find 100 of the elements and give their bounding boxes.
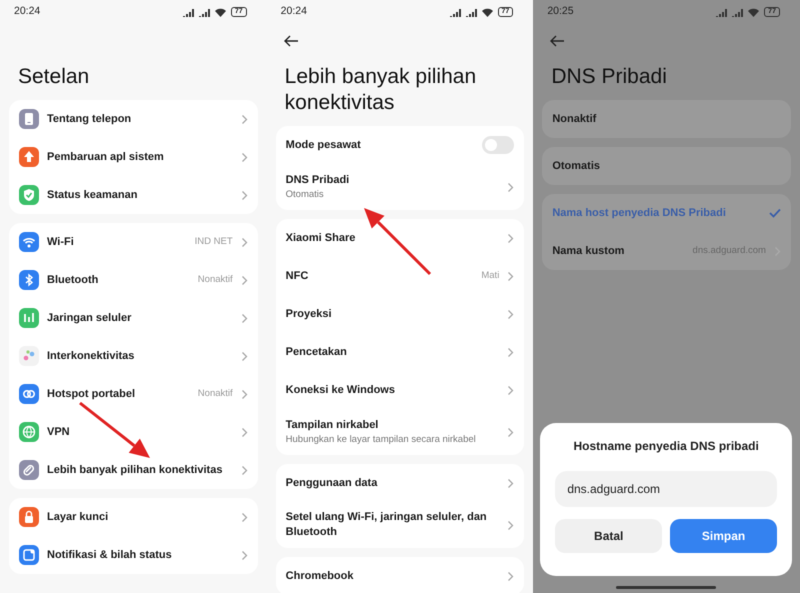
signal-icon bbox=[715, 8, 728, 16]
settings-row[interactable]: Setel ulang Wi-Fi, jaringan seluler, dan Bluetooth bbox=[276, 502, 524, 548]
page-title: Setelan bbox=[17, 64, 90, 90]
settings-row[interactable]: Pembaruan apl sistem bbox=[9, 138, 258, 176]
wifi-icon bbox=[480, 7, 494, 17]
chevron-right-icon bbox=[240, 550, 248, 560]
setting-label: Lebih banyak pilihan konektivitas bbox=[47, 462, 224, 478]
toggle-switch[interactable] bbox=[482, 136, 514, 154]
setting-value: Nonaktif bbox=[198, 386, 233, 401]
signal-icon bbox=[464, 8, 477, 16]
setting-label: Interkonektivitas bbox=[47, 348, 136, 364]
chevron-right-icon bbox=[507, 346, 514, 358]
chevron-right-icon bbox=[507, 232, 514, 244]
status-time: 20:25 bbox=[547, 4, 574, 20]
chevron-right-icon bbox=[240, 388, 248, 400]
chevron-right-icon bbox=[507, 308, 514, 320]
settings-row[interactable]: VPN bbox=[9, 413, 258, 451]
setting-value: Nonaktif bbox=[198, 272, 233, 287]
signal-icon bbox=[182, 8, 194, 16]
chevron-right-icon bbox=[507, 478, 514, 488]
settings-row[interactable]: Koneksi ke Windows bbox=[276, 371, 524, 409]
cancel-button[interactable]: Batal bbox=[555, 519, 662, 553]
settings-row[interactable]: Penggunaan data bbox=[276, 464, 524, 502]
setting-value: IND NET bbox=[194, 234, 233, 249]
chevron-right-icon bbox=[507, 270, 514, 282]
setting-label: Xiaomi Share bbox=[286, 230, 356, 246]
status-time: 20:24 bbox=[14, 4, 40, 20]
chevron-right-icon bbox=[507, 520, 514, 530]
setting-label: Jaringan seluler bbox=[47, 310, 132, 326]
setting-label: Tentang telepon bbox=[47, 112, 132, 126]
chevron-right-icon bbox=[240, 114, 248, 124]
setting-label: Penggunaan data bbox=[286, 476, 378, 490]
setting-label: Koneksi ke Windows bbox=[286, 382, 396, 398]
wifi-icon bbox=[214, 7, 227, 17]
settings-row[interactable]: Layar kunci bbox=[9, 498, 258, 536]
setting-label: Status keamanan bbox=[47, 188, 138, 202]
chevron-right-icon bbox=[507, 182, 514, 192]
setting-label: Hotspot portabel bbox=[47, 386, 136, 402]
settings-row[interactable]: Status keamanan bbox=[9, 176, 258, 214]
settings-row[interactable]: Mode pesawat bbox=[276, 126, 524, 164]
settings-row[interactable]: NFC Mati bbox=[276, 257, 524, 295]
setting-subtitle: Hubungkan ke layar tampilan secara nirkabel bbox=[286, 433, 477, 446]
settings-row[interactable]: Interkonektivitas bbox=[9, 337, 258, 375]
annotation-arrow bbox=[364, 208, 432, 276]
setting-label: NFC bbox=[286, 268, 310, 284]
chevron-right-icon bbox=[240, 426, 248, 438]
settings-row[interactable]: Lebih banyak pilihan konektivitas bbox=[9, 451, 258, 489]
dialog-title: Hostname penyedia DNS pribadi bbox=[572, 438, 760, 455]
page-title: Lebih banyak pilihan konektivitas bbox=[284, 64, 478, 116]
settings-row[interactable]: Chromebook bbox=[276, 557, 524, 593]
annotation-arrow bbox=[79, 402, 150, 458]
chevron-right-icon bbox=[240, 350, 248, 362]
settings-row[interactable]: Tampilan nirkabel Hubungkan ke layar tampilan secara nirkabel bbox=[276, 409, 524, 455]
signal-icon bbox=[198, 8, 210, 16]
settings-row[interactable]: Nonaktif bbox=[542, 100, 791, 138]
setting-label: Notifikasi & bilah status bbox=[47, 548, 173, 562]
chevron-right-icon bbox=[240, 274, 248, 286]
setting-label: Bluetooth bbox=[47, 272, 100, 288]
settings-row[interactable]: Tentang telepon bbox=[9, 100, 258, 138]
settings-row[interactable]: Jaringan seluler bbox=[9, 299, 258, 337]
setting-label: Setel ulang Wi-Fi, jaringan seluler, dan Bluetooth bbox=[286, 510, 488, 540]
checkmark-icon bbox=[768, 208, 781, 218]
settings-row[interactable]: Notifikasi & bilah status bbox=[9, 536, 258, 574]
setting-label: Chromebook bbox=[286, 568, 354, 584]
wifi-icon bbox=[747, 7, 760, 17]
setting-label: Pencetakan bbox=[286, 344, 348, 360]
chevron-right-icon bbox=[240, 464, 248, 476]
chevron-right-icon bbox=[240, 152, 248, 162]
settings-row[interactable]: Proyeksi bbox=[276, 295, 524, 333]
save-button[interactable]: Simpan bbox=[670, 519, 777, 553]
hostname-input-field[interactable]: dns.adguard.com bbox=[555, 471, 777, 507]
settings-row[interactable]: DNS Pribadi Otomatis bbox=[276, 164, 524, 210]
setting-label: Wi-Fi bbox=[47, 234, 75, 250]
settings-row[interactable]: Xiaomi Share bbox=[276, 219, 524, 257]
settings-row[interactable]: Pencetakan bbox=[276, 333, 524, 371]
settings-row[interactable]: Wi-Fi IND NET bbox=[9, 223, 258, 261]
setting-label: Layar kunci bbox=[47, 510, 110, 524]
chevron-right-icon bbox=[507, 384, 514, 396]
option-label: Nama host penyedia DNS Pribadi bbox=[552, 206, 727, 220]
setting-label: Mode pesawat bbox=[286, 138, 362, 152]
chevron-right-icon bbox=[240, 512, 248, 522]
status-time: 20:24 bbox=[280, 4, 307, 20]
settings-row[interactable]: Bluetooth Nonaktif bbox=[9, 261, 258, 299]
option-label: Otomatis bbox=[552, 158, 601, 174]
setting-subtitle: Otomatis bbox=[286, 188, 325, 201]
settings-row[interactable]: Hotspot portabel Nonaktif bbox=[9, 375, 258, 413]
signal-icon bbox=[448, 8, 461, 16]
setting-label: Proyeksi bbox=[286, 306, 333, 322]
signal-icon bbox=[731, 8, 744, 16]
setting-value: Mati bbox=[481, 268, 500, 283]
option-label: Nonaktif bbox=[552, 112, 598, 126]
setting-label: Tampilan nirkabel bbox=[286, 418, 380, 433]
back-arrow-icon[interactable] bbox=[282, 35, 299, 47]
setting-label: VPN bbox=[47, 424, 71, 440]
page-title: DNS Pribadi bbox=[550, 64, 668, 90]
settings-row[interactable]: Otomatis bbox=[542, 147, 791, 185]
chevron-right-icon bbox=[240, 312, 248, 324]
setting-label: Pembaruan apl sistem bbox=[47, 150, 165, 164]
chevron-right-icon bbox=[240, 190, 248, 200]
setting-label: Nama kustom bbox=[552, 244, 626, 258]
